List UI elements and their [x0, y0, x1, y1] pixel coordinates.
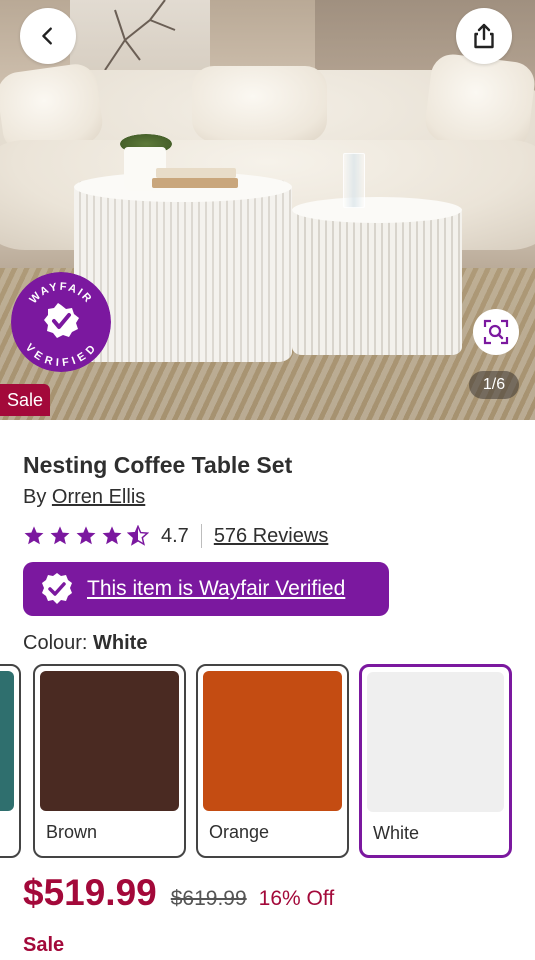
- swatch-chip: [367, 672, 504, 812]
- reviews-link[interactable]: 576 Reviews: [214, 525, 329, 548]
- product-title: Nesting Coffee Table Set: [23, 452, 293, 478]
- colour-selected: White: [93, 632, 148, 654]
- price-row: $519.99 $619.99 16% Off: [23, 872, 334, 914]
- rating-row[interactable]: 4.7 576 Reviews: [23, 522, 328, 550]
- image-pillow: [192, 66, 327, 142]
- image-table-small: [292, 205, 462, 355]
- swatch-label: Brown: [46, 822, 98, 842]
- star-icon: [102, 526, 122, 545]
- star-half-icon: [127, 525, 149, 546]
- star-icon: [50, 526, 70, 545]
- image-glass: [343, 153, 365, 208]
- swatch-chip: [203, 671, 342, 811]
- rating-value: 4.7: [161, 524, 189, 547]
- verified-link[interactable]: This item is Wayfair Verified: [87, 577, 345, 601]
- colour-label: Colour: White: [23, 632, 147, 655]
- original-price: $619.99: [170, 887, 247, 910]
- wayfair-verified-banner[interactable]: This item is Wayfair Verified: [23, 562, 389, 616]
- colour-swatch-carousel[interactable]: Brown Orange White: [0, 664, 535, 858]
- rating-divider: [200, 524, 202, 548]
- colour-label-text: Colour:: [23, 632, 94, 654]
- star-rating: [23, 525, 149, 547]
- colour-swatch-teal[interactable]: [0, 664, 21, 858]
- share-icon: [474, 23, 494, 49]
- swatch-label: White: [373, 823, 420, 843]
- by-prefix: By: [23, 486, 52, 508]
- sale-label: Sale: [23, 934, 65, 956]
- wayfair-verified-badge: WAYFAIR VERIFIED: [11, 272, 111, 372]
- brand-link[interactable]: Orren Ellis: [52, 486, 145, 508]
- chevron-left-icon: [42, 27, 52, 45]
- star-icon: [24, 526, 44, 545]
- brand-line: By Orren Ellis: [23, 486, 145, 509]
- star-icon: [76, 526, 96, 545]
- swatch-chip: [0, 671, 14, 811]
- image-branch: [104, 0, 176, 70]
- visual-search-button[interactable]: [473, 309, 519, 355]
- colour-swatch-white[interactable]: White: [359, 664, 512, 858]
- image-pillow: [423, 51, 535, 153]
- image-table-small-top: [292, 197, 462, 223]
- swatch-label: Orange: [209, 822, 270, 842]
- sale-tag: Sale: [0, 384, 51, 416]
- share-button[interactable]: [456, 8, 512, 64]
- check-badge-icon: [42, 573, 72, 604]
- product-image-gallery[interactable]: WAYFAIR VERIFIED 1/6 Sale: [0, 0, 535, 420]
- discount-label: 16% Off: [258, 887, 335, 910]
- back-button[interactable]: [20, 8, 76, 64]
- colour-swatch-orange[interactable]: Orange: [196, 664, 349, 858]
- image-counter: 1/6: [469, 371, 519, 399]
- colour-swatch-brown[interactable]: Brown: [33, 664, 186, 858]
- swatch-chip: [40, 671, 179, 811]
- sale-price: $519.99: [23, 872, 157, 913]
- image-book: [152, 178, 238, 188]
- image-book: [156, 168, 236, 178]
- visual-search-icon: [483, 319, 509, 345]
